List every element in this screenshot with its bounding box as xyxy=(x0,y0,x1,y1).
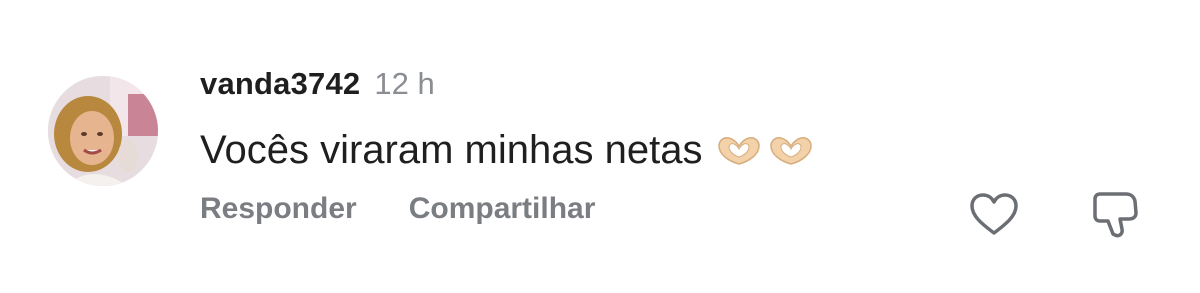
reply-button[interactable]: Responder xyxy=(200,192,357,226)
comment-body: Vocês viraram minhas netas xyxy=(200,128,814,173)
dislike-button[interactable] xyxy=(1090,188,1140,240)
top-icon-fragment xyxy=(1106,0,1120,4)
username[interactable]: vanda3742 xyxy=(200,66,360,102)
avatar-photo xyxy=(48,76,158,186)
emoji-group xyxy=(716,135,814,167)
share-button[interactable]: Compartilhar xyxy=(409,192,596,226)
heart-hands-icon xyxy=(770,136,813,165)
comment-header: vanda3742 12 h xyxy=(200,66,435,112)
heart-hands-icon xyxy=(718,136,761,165)
comment-item: vanda3742 12 h Vocês viraram minhas neta… xyxy=(0,0,1200,293)
avatar[interactable] xyxy=(48,76,158,186)
thumbs-down-outline-icon xyxy=(1093,192,1138,238)
comment-timestamp: 12 h xyxy=(374,66,435,101)
like-button[interactable] xyxy=(968,191,1020,237)
heart-outline-icon xyxy=(970,193,1018,235)
comment-text: Vocês viraram minhas netas xyxy=(200,128,703,172)
comment-actions: Responder Compartilhar xyxy=(200,192,595,226)
